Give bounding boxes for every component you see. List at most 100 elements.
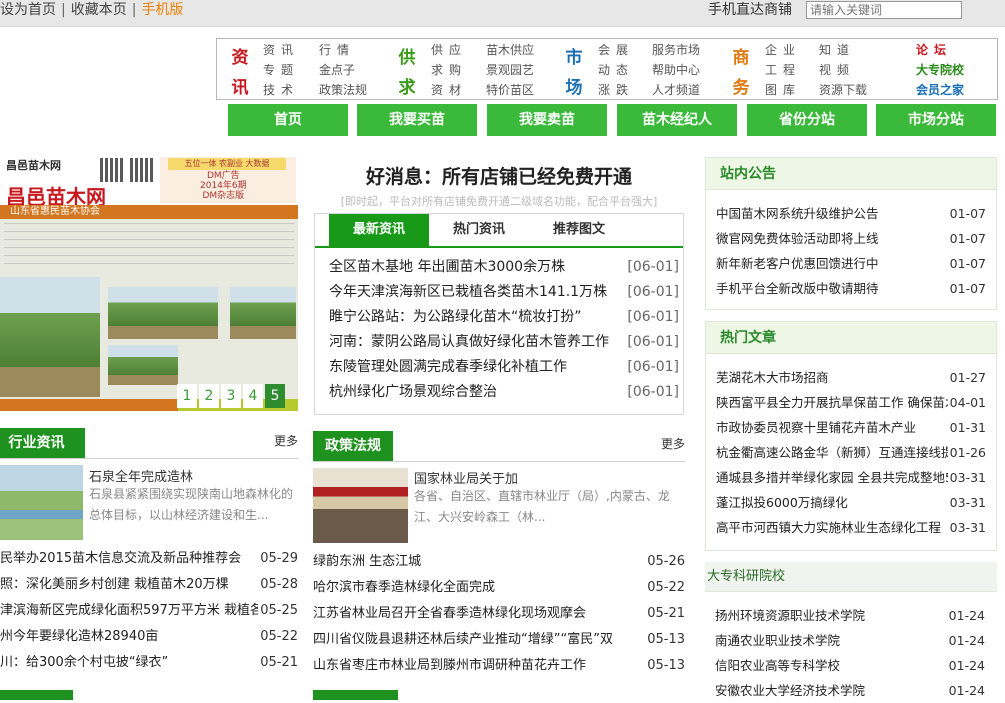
cat-link[interactable]: 会展 — [598, 43, 634, 57]
slider-page-3[interactable]: 3 — [221, 384, 241, 408]
news-item[interactable]: 杭州绿化广场景观综合整治 [06-01] — [329, 380, 679, 405]
mobile-shop-link[interactable]: 手机直达商铺 — [708, 0, 792, 26]
industry-list-item[interactable]: 民举办2015苗木信息交流及新品种推荐会 05-29 — [0, 549, 298, 569]
college-item[interactable]: 南通农业职业技术学院 01-24 — [715, 628, 985, 653]
notice-item[interactable]: 中国苗木网系统升级维护公告 01-07 — [716, 201, 986, 226]
set-home-link[interactable]: 设为首页 — [0, 2, 56, 18]
hot-article-item[interactable]: 杭金衢高速公路金华（新狮）互通连接线提 01-26 — [716, 440, 986, 465]
member-home-link[interactable]: 会员之家 — [916, 83, 964, 97]
list-date: 05-28 — [258, 575, 298, 595]
mobile-link[interactable]: 手机版 — [141, 2, 183, 18]
cat-link[interactable]: 资源下载 — [819, 83, 867, 97]
nav-home-button[interactable]: 首页 — [228, 104, 348, 136]
tab-hot-news[interactable]: 热门资讯 — [429, 214, 529, 246]
cat-link[interactable]: 视频 — [819, 63, 855, 77]
slider-page-1[interactable]: 1 — [177, 384, 197, 408]
category-business: 商 务 企业 工程 图库 知道 视频 资源下载 论坛 大专院校 会员之家 — [731, 39, 997, 99]
cat-link[interactable]: 行情 — [319, 43, 355, 57]
policy-list-item[interactable]: 四川省仪陇县退耕还林后续产业推动“增绿”“富民”双 05-13 — [313, 630, 685, 650]
bookmark-link[interactable]: 收藏本页 — [71, 2, 127, 18]
nav-buy-button[interactable]: 我要买苗 — [357, 104, 477, 136]
cat-link[interactable]: 人才频道 — [652, 83, 700, 97]
notice-item[interactable]: 新年新老客户优惠回馈进行中 01-07 — [716, 251, 986, 276]
news-date: [06-01] — [627, 284, 679, 300]
cat-link[interactable]: 服务市场 — [652, 43, 700, 57]
list-title: 州今年要绿化造林28940亩 — [0, 629, 159, 644]
nav-broker-button[interactable]: 苗木经纪人 — [617, 104, 737, 136]
policy-more-link[interactable]: 更多 — [661, 435, 685, 452]
cat-link[interactable]: 帮助中心 — [652, 63, 700, 77]
notice-item[interactable]: 手机平台全新改版中敬请期待 01-07 — [716, 276, 986, 301]
hot-article-date: 03-31 — [947, 515, 986, 540]
news-item[interactable]: 睢宁公路站：为公路绿化苗木“梳妆打扮” [06-01] — [329, 305, 679, 330]
cat-link[interactable]: 知道 — [819, 43, 855, 57]
policy-list-item[interactable]: 江苏省林业局召开全省春季造林绿化现场观摩会 05-21 — [313, 604, 685, 624]
forum-link[interactable]: 论坛 — [916, 43, 952, 57]
hot-article-item[interactable]: 蓬江拟投6000万搞绿化 03-31 — [716, 490, 986, 515]
slider-page-4[interactable]: 4 — [243, 384, 263, 408]
news-item[interactable]: 东陵管理处圆满完成春季绿化补植工作 [06-01] — [329, 355, 679, 380]
news-item[interactable]: 河南：蒙阴公路局认真做好绿化苗木管养工作 [06-01] — [329, 330, 679, 355]
notice-item[interactable]: 微官网免费体验活动即将上线 01-07 — [716, 226, 986, 251]
cat-link[interactable]: 图库 — [765, 83, 801, 97]
slider-page-2[interactable]: 2 — [199, 384, 219, 408]
hot-article-item[interactable]: 芜湖花木大市场招商 01-27 — [716, 365, 986, 390]
cat-link[interactable]: 技术 — [263, 83, 299, 97]
cat-link[interactable]: 特价苗区 — [486, 83, 534, 97]
hot-article-item[interactable]: 陕西富平县全力开展抗旱保苗工作 确保苗木 04-01 — [716, 390, 986, 415]
news-date: [06-01] — [627, 359, 679, 375]
news-item[interactable]: 今年天津滨海新区已栽植各类苗木141.1万株 [06-01] — [329, 280, 679, 305]
cat-link[interactable]: 涨跌 — [598, 83, 634, 97]
college-item[interactable]: 扬州环境资源职业技术学院 01-24 — [715, 603, 985, 628]
college-link[interactable]: 大专院校 — [916, 63, 964, 77]
industry-list-item[interactable]: 州今年要绿化造林28940亩 05-22 — [0, 627, 298, 647]
hot-article-item[interactable]: 市政协委员视察十里铺花卉苗木产业 01-31 — [716, 415, 986, 440]
category-supply-col1: 供应 求购 资材 — [431, 40, 467, 100]
college-item[interactable]: 安徽农业大学经济技术学院 01-24 — [715, 678, 985, 703]
college-title: 扬州环境资源职业技术学院 — [715, 608, 866, 623]
notice-title: 微官网免费体验活动即将上线 — [716, 231, 879, 246]
category-market: 市 场 会展 动态 涨跌 服务市场 帮助中心 人才频道 — [564, 39, 729, 99]
college-item[interactable]: 信阳农业高等专科学校 01-24 — [715, 653, 985, 678]
college-title: 安徽农业大学经济技术学院 — [715, 683, 866, 698]
policy-list-item[interactable]: 山东省枣庄市林业局到滕州市调研种苗花卉工作 05-13 — [313, 656, 685, 676]
headline-title[interactable]: 好消息：所有店铺已经免费开通 — [314, 162, 684, 189]
cat-link[interactable]: 专题 — [263, 63, 299, 77]
industry-list-item[interactable]: 川：给300余个村屯披“绿衣” 05-21 — [0, 653, 298, 673]
industry-list-item[interactable]: 津滨海新区完成绿化面积597万平方米 栽植各 05-25 — [0, 601, 298, 621]
policy-list-item[interactable]: 绿韵东洲 生态江城 05-26 — [313, 552, 685, 572]
tab-latest-news[interactable]: 最新资讯 — [329, 214, 429, 246]
industry-more-link[interactable]: 更多 — [274, 432, 298, 449]
slider-page-5[interactable]: 5 — [265, 384, 285, 408]
cat-link[interactable]: 资讯 — [263, 43, 299, 57]
industry-feature-title[interactable]: 石泉全年完成造林 — [89, 466, 193, 485]
cat-link[interactable]: 工程 — [765, 63, 801, 77]
policy-list-item[interactable]: 哈尔滨市春季造林绿化全面完成 05-22 — [313, 578, 685, 598]
cat-link[interactable]: 金点子 — [319, 63, 355, 77]
news-item[interactable]: 全区苗木基地 年出圃苗木3000余万株 [06-01] — [329, 255, 679, 280]
category-business-col1: 企业 工程 图库 — [765, 40, 801, 100]
cat-link[interactable]: 求购 — [431, 63, 467, 77]
cat-link[interactable]: 企业 — [765, 43, 801, 57]
banner-brand: 昌邑苗木网 — [6, 159, 61, 172]
hot-article-item[interactable]: 通城县多措并举绿化家园 全县共完成整地5 03-31 — [716, 465, 986, 490]
nav-province-button[interactable]: 省份分站 — [747, 104, 867, 136]
industry-feature-image[interactable] — [0, 465, 83, 540]
cat-link[interactable]: 景观园艺 — [486, 63, 534, 77]
policy-feature-title[interactable]: 国家林业局关于加 — [414, 468, 518, 487]
cat-link[interactable]: 苗木供应 — [486, 43, 534, 57]
cat-link[interactable]: 资材 — [431, 83, 467, 97]
nav-city-button[interactable]: 市场分站 — [876, 104, 996, 136]
banner-ad-box: 五位一体 农副业 大数据 DM广告 2014年6期 DM杂志版 — [160, 157, 296, 203]
industry-list-item[interactable]: 照：深化美丽乡村创建 栽植苗木20万棵 05-28 — [0, 575, 298, 595]
hot-article-item[interactable]: 高平市河西镇大力实施林业生态绿化工程 03-31 — [716, 515, 986, 540]
cat-link[interactable]: 动态 — [598, 63, 634, 77]
cat-link[interactable]: 供应 — [431, 43, 467, 57]
tab-recommended[interactable]: 推荐图文 — [529, 214, 629, 246]
top-bar: 设为首页 | 收藏本页 | 手机版 手机直达商铺 — [0, 0, 1005, 27]
search-input[interactable] — [806, 1, 962, 19]
banner-slider[interactable]: 昌邑苗木网 昌邑苗木网 五位一体 农副业 大数据 DM广告 2014年6期 DM… — [0, 155, 298, 411]
policy-feature-image[interactable] — [313, 468, 408, 543]
cat-link[interactable]: 政策法规 — [319, 83, 367, 97]
nav-sell-button[interactable]: 我要卖苗 — [487, 104, 607, 136]
